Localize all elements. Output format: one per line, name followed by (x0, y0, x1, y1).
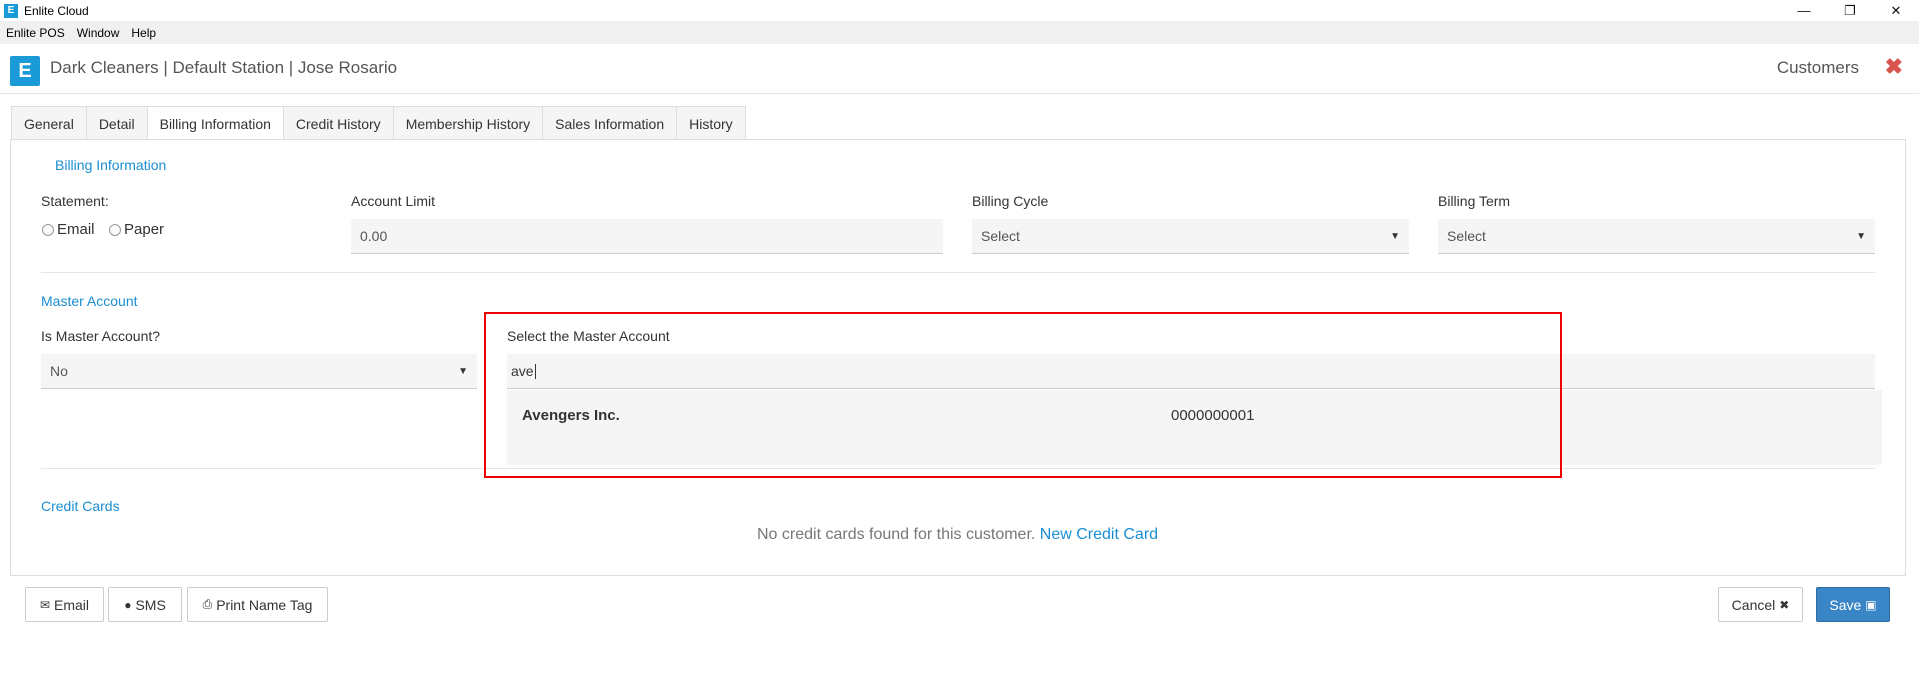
is-master-value: No (50, 363, 68, 379)
result-name: Avengers Inc. (522, 407, 620, 424)
chevron-down-icon: ▼ (1390, 230, 1400, 242)
is-master-select[interactable]: No ▼ (41, 354, 477, 389)
text-cursor (534, 363, 536, 379)
tab-bar: General Detail Billing Information Credi… (11, 106, 746, 141)
minimize-icon[interactable]: — (1781, 0, 1827, 21)
billing-cycle-label: Billing Cycle (972, 193, 1049, 209)
tab-credit-history[interactable]: Credit History (282, 106, 394, 140)
master-search-value: ave (511, 363, 534, 379)
account-limit-input[interactable]: 0.00 (351, 219, 943, 254)
cancel-button[interactable]: Cancel ✖ (1718, 587, 1803, 622)
section-divider (41, 468, 1875, 469)
account-limit-label: Account Limit (351, 193, 436, 209)
paper-radio-label: Paper (124, 221, 165, 238)
floppy-disk-icon: ▣ (1865, 597, 1877, 612)
comment-icon: ● (124, 597, 132, 612)
window-controls: — ❐ ✕ (1781, 0, 1919, 21)
billing-section-title: Billing Information (55, 157, 167, 173)
credit-cards-section-title: Credit Cards (41, 498, 120, 514)
email-button[interactable]: ✉ Email (25, 587, 104, 622)
menu-window[interactable]: Window (71, 26, 126, 40)
master-search-input[interactable]: ave (507, 354, 1875, 389)
save-button-label: Save (1829, 596, 1862, 613)
enlite-logo: E (10, 56, 40, 86)
tab-general[interactable]: General (11, 106, 87, 140)
app-icon: E (4, 3, 18, 18)
billing-term-select[interactable]: Select ▼ (1438, 219, 1875, 254)
chevron-down-icon: ▼ (1856, 230, 1866, 242)
window-titlebar: E Enlite Cloud — ❐ ✕ (0, 0, 1919, 21)
section-divider (41, 272, 1875, 273)
print-name-tag-label: Print Name Tag (216, 596, 313, 613)
account-limit-value: 0.00 (360, 228, 388, 244)
billing-term-value: Select (1447, 228, 1486, 244)
new-credit-card-link[interactable]: New Credit Card (1040, 526, 1158, 543)
menu-enlite-pos[interactable]: Enlite POS (0, 26, 71, 40)
tab-sales-information[interactable]: Sales Information (542, 106, 678, 140)
close-icon: ✖ (1779, 597, 1790, 612)
window-title: Enlite Cloud (24, 3, 89, 18)
email-radio[interactable] (42, 223, 54, 236)
email-radio-label: Email (57, 221, 95, 238)
sms-button-label: SMS (135, 596, 166, 613)
email-button-label: Email (54, 596, 90, 613)
restore-icon[interactable]: ❐ (1827, 0, 1873, 21)
is-master-label: Is Master Account? (41, 328, 161, 344)
close-page-icon[interactable]: ✖ (1885, 54, 1903, 80)
master-section-title: Master Account (41, 293, 138, 309)
select-master-label: Select the Master Account (507, 328, 670, 344)
paper-radio[interactable] (109, 223, 121, 236)
sms-button[interactable]: ● SMS (108, 587, 182, 622)
tab-billing-information[interactable]: Billing Information (146, 106, 284, 141)
cancel-button-label: Cancel (1731, 596, 1776, 613)
menu-help[interactable]: Help (125, 26, 162, 40)
tab-history[interactable]: History (676, 106, 746, 140)
envelope-icon: ✉ (39, 597, 51, 612)
print-name-tag-button[interactable]: ⎙ Print Name Tag (187, 587, 328, 622)
statement-paper-option[interactable]: Paper (109, 221, 164, 238)
tab-membership-history[interactable]: Membership History (392, 106, 544, 140)
search-result-item[interactable]: Avengers Inc. 0000000001 (507, 390, 1875, 447)
master-search-results: Avengers Inc. 0000000001 (507, 390, 1882, 465)
billing-term-label: Billing Term (1438, 193, 1511, 209)
billing-cycle-select[interactable]: Select ▼ (972, 219, 1409, 254)
result-account-number: 0000000001 (1171, 407, 1255, 424)
print-icon: ⎙ (202, 597, 213, 611)
app-header: E Dark Cleaners | Default Station | Jose… (0, 44, 1919, 94)
menubar: Enlite POS Window Help (0, 21, 1919, 44)
save-button[interactable]: Save ▣ (1816, 587, 1890, 622)
page-title: Customers (1776, 58, 1859, 77)
statement-email-option[interactable]: Email (42, 221, 95, 238)
tab-detail[interactable]: Detail (85, 106, 148, 140)
station-title: Dark Cleaners | Default Station | Jose R… (50, 58, 398, 77)
no-credit-cards-text: No credit cards found for this customer. (757, 526, 1036, 543)
statement-label: Statement: (41, 193, 109, 209)
no-credit-cards-message: No credit cards found for this customer.… (757, 526, 1158, 544)
close-window-icon[interactable]: ✕ (1873, 0, 1919, 21)
chevron-down-icon: ▼ (458, 365, 468, 377)
billing-cycle-value: Select (981, 228, 1020, 244)
